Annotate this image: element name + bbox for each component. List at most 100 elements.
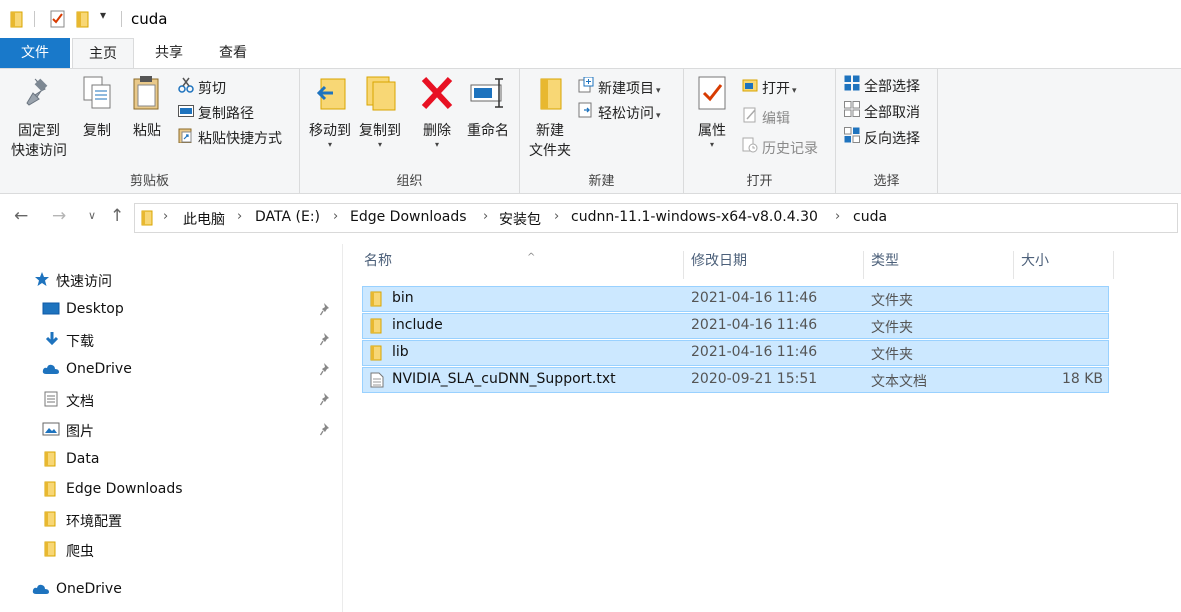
sidebar-item-edge-downloads[interactable]: Edge Downloads	[0, 475, 342, 505]
breadcrumb-data-drive[interactable]: DATA (E:)	[255, 209, 320, 225]
new-folder-label-2: 文件夹	[529, 143, 571, 159]
easy-access-icon	[578, 102, 594, 126]
group-label-clipboard: 剪贴板	[129, 174, 169, 189]
rename-button[interactable]: 重命名	[462, 75, 514, 141]
group-label-open: 打开	[746, 174, 773, 189]
column-header-name[interactable]: ^ 名称	[357, 251, 684, 279]
rename-icon	[462, 75, 514, 117]
delete-button[interactable]: 删除 ▾	[416, 75, 458, 149]
forward-arrow-icon[interactable]: →	[52, 206, 66, 226]
sidebar-item-crawler[interactable]: 爬虫	[0, 535, 342, 565]
open-button[interactable]: 打开 ▾	[742, 77, 797, 101]
new-item-button[interactable]: 新建项目 ▾	[578, 76, 661, 101]
tab-home[interactable]: 主页	[72, 38, 134, 69]
file-type: 文件夹	[871, 293, 913, 309]
select-all-button[interactable]: 全部选择	[844, 75, 920, 99]
pin-label-2: 快速访问	[11, 143, 67, 159]
pin-icon[interactable]	[319, 332, 332, 350]
select-all-label: 全部选择	[864, 79, 920, 95]
tab-file[interactable]: 文件	[0, 38, 70, 68]
pin-icon[interactable]	[319, 422, 332, 440]
invert-selection-button[interactable]: 反向选择	[844, 127, 920, 151]
sidebar-item-label: 图片	[66, 424, 94, 440]
select-none-label: 全部取消	[864, 105, 920, 121]
folder-icon	[44, 541, 56, 561]
new-folder-button[interactable]: 新建 文件夹	[524, 75, 576, 161]
pin-label-1: 固定到	[18, 123, 60, 139]
file-type: 文件夹	[871, 347, 913, 363]
easy-access-button[interactable]: 轻松访问 ▾	[578, 102, 661, 126]
sidebar-item-documents[interactable]: 文档	[0, 385, 342, 415]
folder-icon	[44, 451, 56, 471]
properties-icon	[690, 75, 734, 117]
up-arrow-icon[interactable]: ↑	[110, 206, 124, 226]
file-row-license-txt[interactable]: NVIDIA_SLA_cuDNN_Support.txt 2020-09-21 …	[362, 367, 1109, 393]
copy-icon	[76, 75, 118, 117]
properties-button[interactable]: 属性 ▾	[690, 75, 734, 149]
edit-label: 编辑	[762, 111, 790, 127]
column-header-type[interactable]: 类型	[864, 251, 1014, 279]
properties-quick-icon[interactable]	[50, 10, 66, 32]
group-label-organize: 组织	[396, 174, 423, 189]
new-folder-quick-icon[interactable]	[76, 10, 90, 32]
folder-icon	[10, 10, 24, 32]
pin-to-quick-access-button[interactable]: 固定到 快速访问	[6, 75, 72, 161]
properties-label: 属性	[698, 123, 726, 139]
sidebar-item-desktop[interactable]: Desktop	[0, 295, 342, 325]
file-row-lib[interactable]: lib 2021-04-16 11:46 文件夹	[362, 340, 1109, 366]
sidebar-item-downloads[interactable]: 下载	[0, 325, 342, 355]
breadcrumb-cuda[interactable]: cuda	[853, 209, 887, 225]
copy-path-button[interactable]: 复制路径	[178, 102, 254, 126]
sort-ascending-icon: ^	[527, 252, 536, 263]
select-none-button[interactable]: 全部取消	[844, 101, 920, 125]
file-name: lib	[392, 344, 409, 360]
sidebar-item-env-config[interactable]: 环境配置	[0, 505, 342, 535]
breadcrumb-cudnn[interactable]: cudnn-11.1-windows-x64-v8.0.4.30	[571, 209, 818, 225]
tab-share[interactable]: 共享	[140, 38, 198, 68]
column-header-date[interactable]: 修改日期	[684, 251, 864, 279]
sidebar-item-data[interactable]: Data	[0, 445, 342, 475]
chevron-down-icon: ▾	[377, 140, 382, 149]
file-size: 18 KB	[1061, 371, 1103, 387]
breadcrumb-this-pc[interactable]: 此电脑	[183, 209, 225, 229]
copy-button[interactable]: 复制	[76, 75, 118, 141]
breadcrumb-separator-icon: ›	[333, 209, 339, 224]
file-date: 2020-09-21 15:51	[691, 371, 818, 387]
customize-quick-access-icon[interactable]: ▾	[100, 8, 106, 22]
rename-label: 重命名	[467, 123, 509, 139]
open-folder-icon	[742, 77, 758, 101]
sidebar-item-label: Desktop	[66, 301, 124, 317]
address-bar[interactable]: › 此电脑 › DATA (E:) › Edge Downloads › 安装包…	[134, 203, 1178, 233]
column-header-size[interactable]: 大小	[1014, 251, 1114, 279]
sidebar-item-onedrive-root[interactable]: OneDrive	[0, 575, 342, 605]
copy-to-button[interactable]: 复制到 ▾	[356, 75, 404, 149]
edit-button[interactable]: 编辑	[742, 107, 790, 131]
tab-view[interactable]: 查看	[204, 38, 262, 68]
paste-button[interactable]: 粘贴	[126, 75, 168, 141]
sidebar-item-pictures[interactable]: 图片	[0, 415, 342, 445]
easy-access-label: 轻松访问	[598, 106, 654, 122]
new-folder-icon	[524, 75, 576, 117]
folder-icon	[44, 511, 56, 531]
move-to-button[interactable]: 移动到 ▾	[306, 75, 354, 149]
pin-icon[interactable]	[319, 392, 332, 410]
paste-shortcut-button[interactable]: 粘贴快捷方式	[178, 127, 282, 151]
chevron-down-icon: ▾	[709, 140, 714, 149]
file-row-bin[interactable]: bin 2021-04-16 11:46 文件夹	[362, 286, 1109, 312]
text-file-icon	[370, 372, 384, 392]
recent-locations-chevron-icon[interactable]: ∨	[88, 209, 96, 222]
pin-icon[interactable]	[319, 302, 332, 320]
chevron-down-icon: ▾	[792, 86, 797, 96]
sidebar-item-onedrive[interactable]: OneDrive	[0, 355, 342, 385]
folder-icon	[370, 345, 382, 365]
history-button[interactable]: 历史记录	[742, 137, 818, 161]
back-arrow-icon[interactable]: ←	[14, 206, 28, 226]
cut-button[interactable]: 剪切	[178, 77, 226, 101]
pin-icon[interactable]	[319, 362, 332, 380]
breadcrumb-installers[interactable]: 安装包	[499, 209, 541, 229]
file-row-include[interactable]: include 2021-04-16 11:46 文件夹	[362, 313, 1109, 339]
open-label: 打开	[762, 81, 790, 97]
breadcrumb-edge-downloads[interactable]: Edge Downloads	[350, 209, 467, 225]
sidebar-item-quick-access[interactable]: 快速访问	[0, 265, 342, 295]
breadcrumb-separator-icon: ›	[554, 209, 560, 224]
